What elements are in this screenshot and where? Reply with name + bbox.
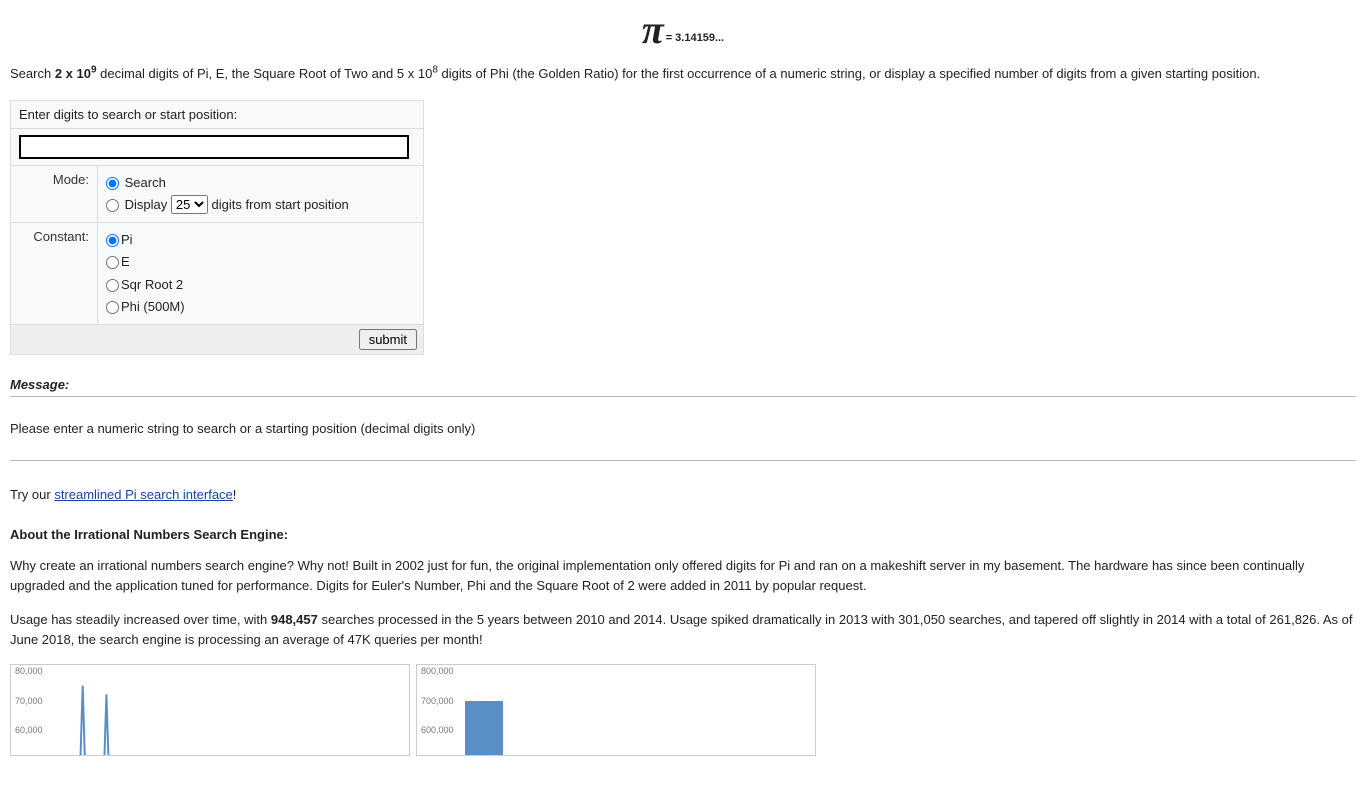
intro-text: Search 2 x 109 decimal digits of Pi, E, … bbox=[10, 64, 1356, 84]
mode-search-text: Search bbox=[125, 175, 166, 190]
mode-display-option[interactable]: Display bbox=[106, 197, 171, 212]
pi-value: = 3.14159... bbox=[666, 32, 724, 44]
monthly-usage-chart: 80,00070,00060,00050,00040,00030,000 bbox=[10, 664, 410, 756]
intro-suffix: digits of Phi (the Golden Ratio) for the… bbox=[438, 66, 1260, 81]
submit-button[interactable]: submit bbox=[359, 329, 417, 350]
constant-sqrt2-option[interactable]: Sqr Root 2 bbox=[106, 277, 183, 292]
message-heading: Message: bbox=[10, 377, 1356, 392]
constant-phi-text: Phi (500M) bbox=[121, 299, 185, 314]
prompt-label: Enter digits to search or start position… bbox=[11, 101, 424, 129]
mode-search-option[interactable]: Search bbox=[106, 175, 166, 190]
search-form: Enter digits to search or start position… bbox=[10, 100, 424, 355]
divider bbox=[10, 460, 1356, 461]
about-p2: Usage has steadily increased over time, … bbox=[10, 610, 1356, 650]
streamlined-link[interactable]: streamlined Pi search interface bbox=[54, 487, 232, 502]
constant-sqrt2-radio[interactable] bbox=[106, 279, 119, 292]
mode-display-pre: Display bbox=[125, 197, 168, 212]
constant-pi-text: Pi bbox=[121, 232, 133, 247]
about-p2-bold: 948,457 bbox=[271, 612, 318, 627]
constant-pi-option[interactable]: Pi bbox=[106, 232, 133, 247]
about-p1: Why create an irrational numbers search … bbox=[10, 556, 1356, 596]
intro-prefix: Search bbox=[10, 66, 55, 81]
constant-e-text: E bbox=[121, 254, 130, 269]
constant-label: Constant: bbox=[11, 223, 98, 324]
charts-row: 80,00070,00060,00050,00040,00030,000 800… bbox=[10, 664, 1356, 756]
constant-phi-option[interactable]: Phi (500M) bbox=[106, 299, 185, 314]
message-body: Please enter a numeric string to search … bbox=[10, 421, 1356, 436]
mode-label: Mode: bbox=[11, 166, 98, 223]
mode-display-radio[interactable] bbox=[106, 199, 119, 212]
digits-select[interactable]: 25 bbox=[171, 195, 208, 214]
try-line: Try our streamlined Pi search interface! bbox=[10, 485, 1356, 505]
divider bbox=[10, 396, 1356, 397]
try-post: ! bbox=[233, 487, 237, 502]
mode-display-post: digits from start position bbox=[212, 197, 349, 212]
intro-mid: decimal digits of Pi, E, the Square Root… bbox=[97, 66, 433, 81]
constant-e-option[interactable]: E bbox=[106, 254, 130, 269]
page-title: π = 3.14159... bbox=[10, 10, 1356, 50]
yearly-usage-chart: 800,000700,000600,000500,000400,000300,0… bbox=[416, 664, 816, 756]
constant-phi-radio[interactable] bbox=[106, 301, 119, 314]
constant-pi-radio[interactable] bbox=[106, 234, 119, 247]
constant-sqrt2-text: Sqr Root 2 bbox=[121, 277, 183, 292]
intro-mantissa: 2 x 10 bbox=[55, 66, 91, 81]
mode-search-radio[interactable] bbox=[106, 177, 119, 190]
about-p2a: Usage has steadily increased over time, … bbox=[10, 612, 271, 627]
about-heading: About the Irrational Numbers Search Engi… bbox=[10, 527, 1356, 542]
try-pre: Try our bbox=[10, 487, 54, 502]
search-input[interactable] bbox=[19, 135, 409, 159]
pi-symbol: π bbox=[642, 10, 664, 50]
constant-e-radio[interactable] bbox=[106, 256, 119, 269]
